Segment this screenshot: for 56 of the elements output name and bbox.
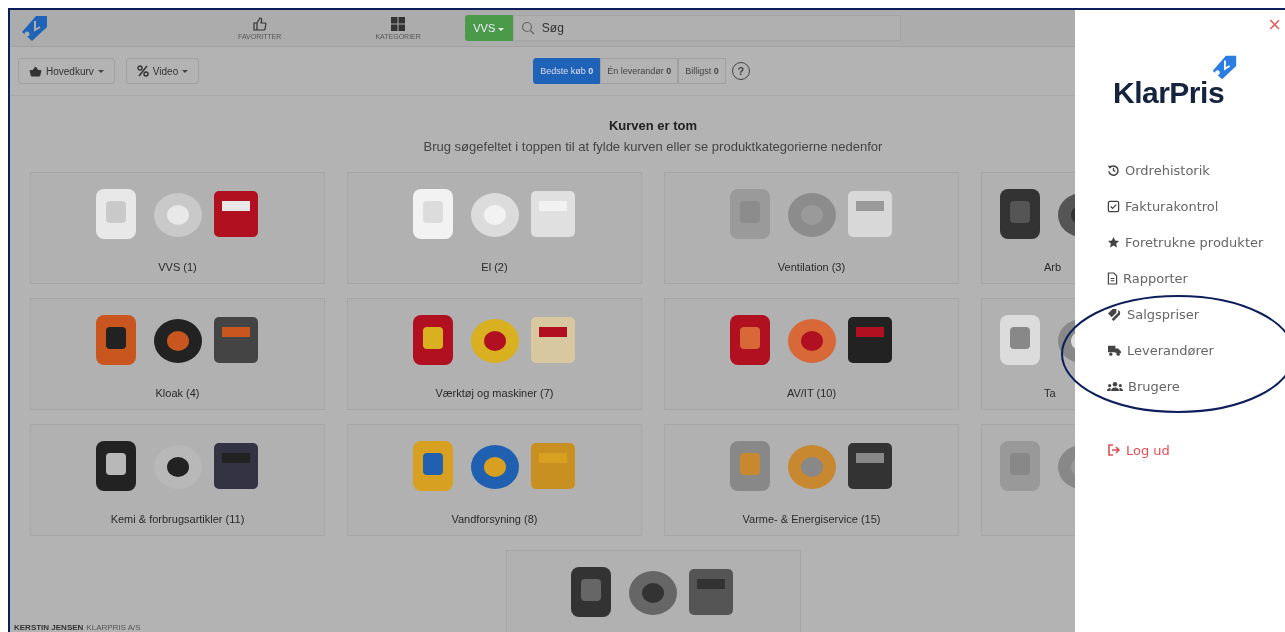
menu-link[interactable]: Ordrehistorik <box>1107 152 1285 188</box>
search-field[interactable]: Søg <box>512 15 901 41</box>
sign-out-icon <box>1107 444 1121 456</box>
category-label: Ventilation (3) <box>777 261 846 273</box>
user-name: KERSTIN JENSEN <box>14 623 84 632</box>
category-card[interactable]: Vandforsyning (8) <box>347 424 642 536</box>
category-card[interactable]: AV/IT (10) <box>664 298 959 410</box>
menu-link[interactable]: Brugere <box>1107 368 1285 404</box>
category-label: El (2) <box>481 261 508 273</box>
category-label: Kemi & forbrugsartikler (11) <box>110 513 245 525</box>
category-dropdown[interactable]: VVS <box>464 15 513 41</box>
dropdown-button[interactable]: Hovedkurv <box>18 58 115 84</box>
tags-icon <box>1107 307 1122 321</box>
basket-icon <box>29 65 42 77</box>
category-label: Arb <box>1044 261 1062 273</box>
company-name: KLARPRIS A/S <box>86 623 141 632</box>
brand-logo: KlarPris <box>1113 76 1225 110</box>
grid-icon <box>390 16 407 32</box>
category-card[interactable]: Ta <box>981 298 1075 410</box>
empty-cart-message: Brug søgefeltet i toppen til at fylde kurven eller se produktkategorierne nedenfor <box>422 139 884 154</box>
category-card[interactable]: El (2) <box>347 172 642 284</box>
percent-icon <box>136 65 149 77</box>
menu-link[interactable]: Foretrukne produkter <box>1107 224 1285 260</box>
dropdown-button[interactable]: Video <box>125 58 200 84</box>
filter-tab[interactable]: Én leverandør 0 <box>600 58 679 84</box>
category-card[interactable]: Kemi & forbrugsartikler (11) <box>30 424 325 536</box>
menu-link[interactable]: Fakturakontrol <box>1107 188 1285 224</box>
checkbox-icon <box>1107 199 1120 213</box>
menu-link[interactable]: Log ud <box>1107 432 1285 468</box>
category-card[interactable]: Ventilation (3) <box>664 172 959 284</box>
document-icon <box>1107 271 1118 285</box>
menu-link[interactable]: Rapporter <box>1107 260 1285 296</box>
category-label: AV/IT (10) <box>786 387 837 399</box>
filter-tab[interactable]: Bedste køb 0 <box>533 58 601 84</box>
category-label: Varme- & Energiservice (15) <box>742 513 881 525</box>
category-card[interactable] <box>505 550 801 632</box>
menu-link[interactable]: Salgspriser <box>1107 296 1285 332</box>
empty-cart-title: Kurven er tom <box>607 118 699 133</box>
truck-icon <box>1107 344 1122 356</box>
category-card[interactable]: Kloak (4) <box>30 298 325 410</box>
category-card[interactable]: Arb <box>981 172 1075 284</box>
category-card[interactable]: Varme- & Energiservice (15) <box>664 424 959 536</box>
category-label: Værktøj og maskiner (7) <box>435 387 554 399</box>
thumbs-up-icon <box>251 16 268 32</box>
category-card[interactable]: Værktøj og maskiner (7) <box>347 298 642 410</box>
users-icon <box>1107 380 1123 392</box>
category-label: Vandforsyning (8) <box>451 513 538 525</box>
star-icon <box>1107 235 1120 249</box>
close-button[interactable]: × <box>1268 14 1281 36</box>
filter-tab[interactable]: Billigst 0 <box>678 58 726 84</box>
menu-link[interactable]: Leverandører <box>1107 332 1285 368</box>
category-label: Ta <box>1044 387 1056 399</box>
category-card[interactable]: VVS (1) <box>30 172 325 284</box>
category-label: Kloak (4) <box>155 387 200 399</box>
history-icon <box>1107 163 1120 177</box>
category-label: VVS (1) <box>158 261 197 273</box>
